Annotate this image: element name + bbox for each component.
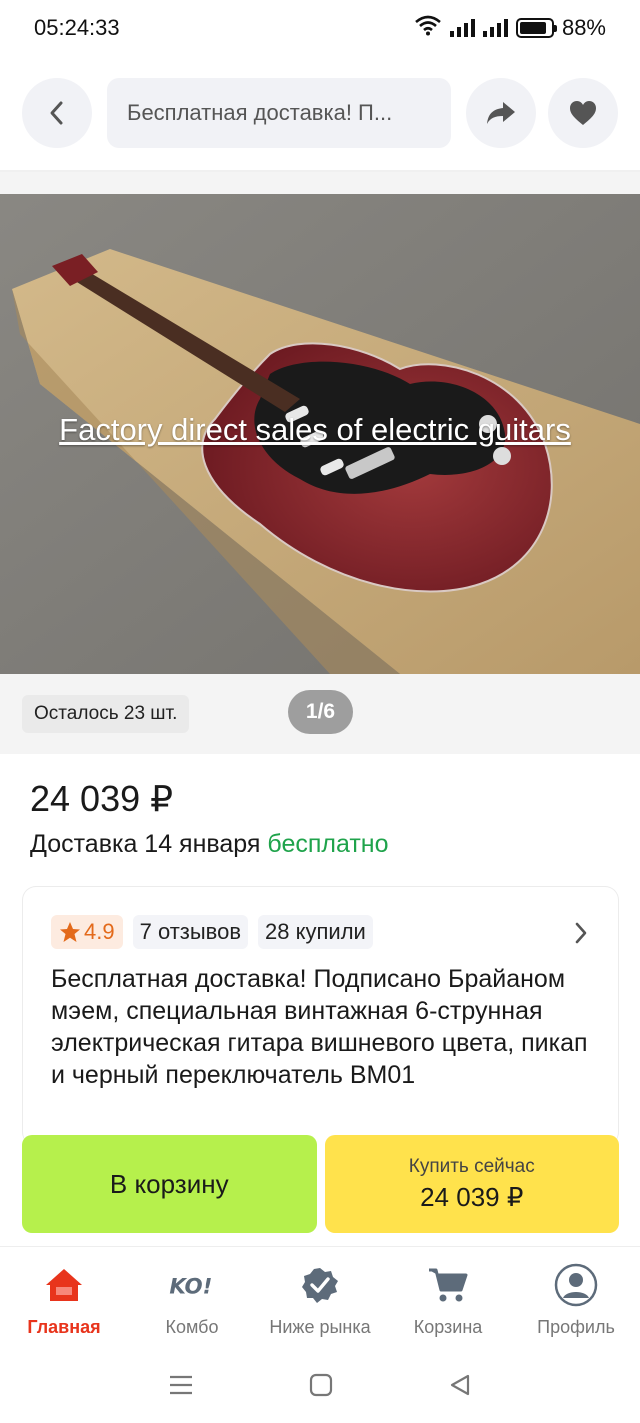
page-counter: 1/6 <box>288 690 353 734</box>
signal-icon <box>449 19 475 37</box>
wifi-icon <box>414 14 442 42</box>
back-triangle-icon[interactable] <box>448 1373 472 1397</box>
status-bar: 05:24:33 88% <box>0 0 640 56</box>
share-icon <box>487 102 515 124</box>
product-gallery[interactable]: Factory direct sales of electric guitars… <box>0 172 640 754</box>
search-field[interactable]: Бесплатная доставка! П... <box>107 78 451 148</box>
chevron-left-icon <box>50 101 63 125</box>
product-price: 24 039 ₽ <box>30 778 174 819</box>
delivery-date: Доставка 14 января <box>30 830 261 858</box>
tab-cart[interactable]: Корзина <box>384 1247 512 1346</box>
favorite-button[interactable] <box>548 78 618 148</box>
status-icons: 88% <box>414 14 606 42</box>
tab-cart-label: Корзина <box>413 1317 483 1337</box>
battery-percent: 88% <box>561 15 606 40</box>
signal-icon-2 <box>482 19 508 37</box>
action-bar: В корзину Купить сейчас 24 039 ₽ <box>22 1135 619 1233</box>
reviews-chip[interactable]: 7 отзывов <box>132 915 249 949</box>
photo-caption: Factory direct sales of electric guitars <box>59 412 571 447</box>
delivery-free: бесплатно <box>267 830 389 858</box>
bottom-tab-bar: Главная KO! Комбо Ниже рынка Корзина Про… <box>0 1246 640 1346</box>
menu-icon[interactable] <box>168 1374 194 1396</box>
tab-combo[interactable]: KO! Комбо <box>128 1247 256 1346</box>
back-button[interactable] <box>22 78 92 148</box>
chevron-right-icon[interactable] <box>574 921 588 945</box>
product-title: Бесплатная доставка! Подписано Брайаном … <box>51 965 588 1089</box>
status-time: 05:24:33 <box>34 15 120 40</box>
battery-icon <box>515 18 557 38</box>
buy-now-label: Купить сейчас <box>408 1155 535 1177</box>
svg-text:KO!: KO! <box>169 1275 212 1300</box>
rating-value: 4.9 <box>84 919 115 944</box>
buy-now-button[interactable]: Купить сейчас 24 039 ₽ <box>324 1135 619 1233</box>
add-to-cart-label: В корзину <box>109 1168 229 1199</box>
tab-profile-label: Профиль <box>537 1317 615 1337</box>
profile-icon <box>552 1261 600 1309</box>
tab-below-market[interactable]: Ниже рынка <box>256 1247 384 1346</box>
bought-chip: 28 купили <box>258 915 373 949</box>
tab-below-market-label: Ниже рынка <box>269 1317 371 1337</box>
add-to-cart-button[interactable]: В корзину <box>22 1135 317 1233</box>
tab-combo-label: Комбо <box>165 1317 219 1337</box>
star-icon <box>60 922 80 942</box>
heart-icon <box>570 101 596 125</box>
buy-now-price: 24 039 ₽ <box>420 1181 524 1212</box>
top-nav: Бесплатная доставка! П... <box>0 78 640 150</box>
tab-home[interactable]: Главная <box>0 1247 128 1346</box>
home-icon <box>40 1261 88 1309</box>
system-nav-bar <box>0 1346 640 1423</box>
search-text: Бесплатная доставка! П... <box>127 100 393 125</box>
product-info-card[interactable]: 4.9 7 отзывов 28 купили Бесплатная доста… <box>22 886 619 1146</box>
share-button[interactable] <box>466 78 536 148</box>
cart-icon <box>424 1261 472 1309</box>
home-square-icon[interactable] <box>309 1373 333 1397</box>
delivery-info: Доставка 14 января бесплатно <box>30 830 389 859</box>
ko-logo-icon: KO! <box>168 1261 216 1309</box>
meta-row: 4.9 7 отзывов 28 купили <box>51 915 373 949</box>
verified-badge-icon <box>296 1261 344 1309</box>
tab-home-label: Главная <box>27 1317 101 1337</box>
rating-badge[interactable]: 4.9 <box>51 915 123 949</box>
tab-profile[interactable]: Профиль <box>512 1247 640 1346</box>
stock-badge: Осталось 23 шт. <box>22 695 190 733</box>
